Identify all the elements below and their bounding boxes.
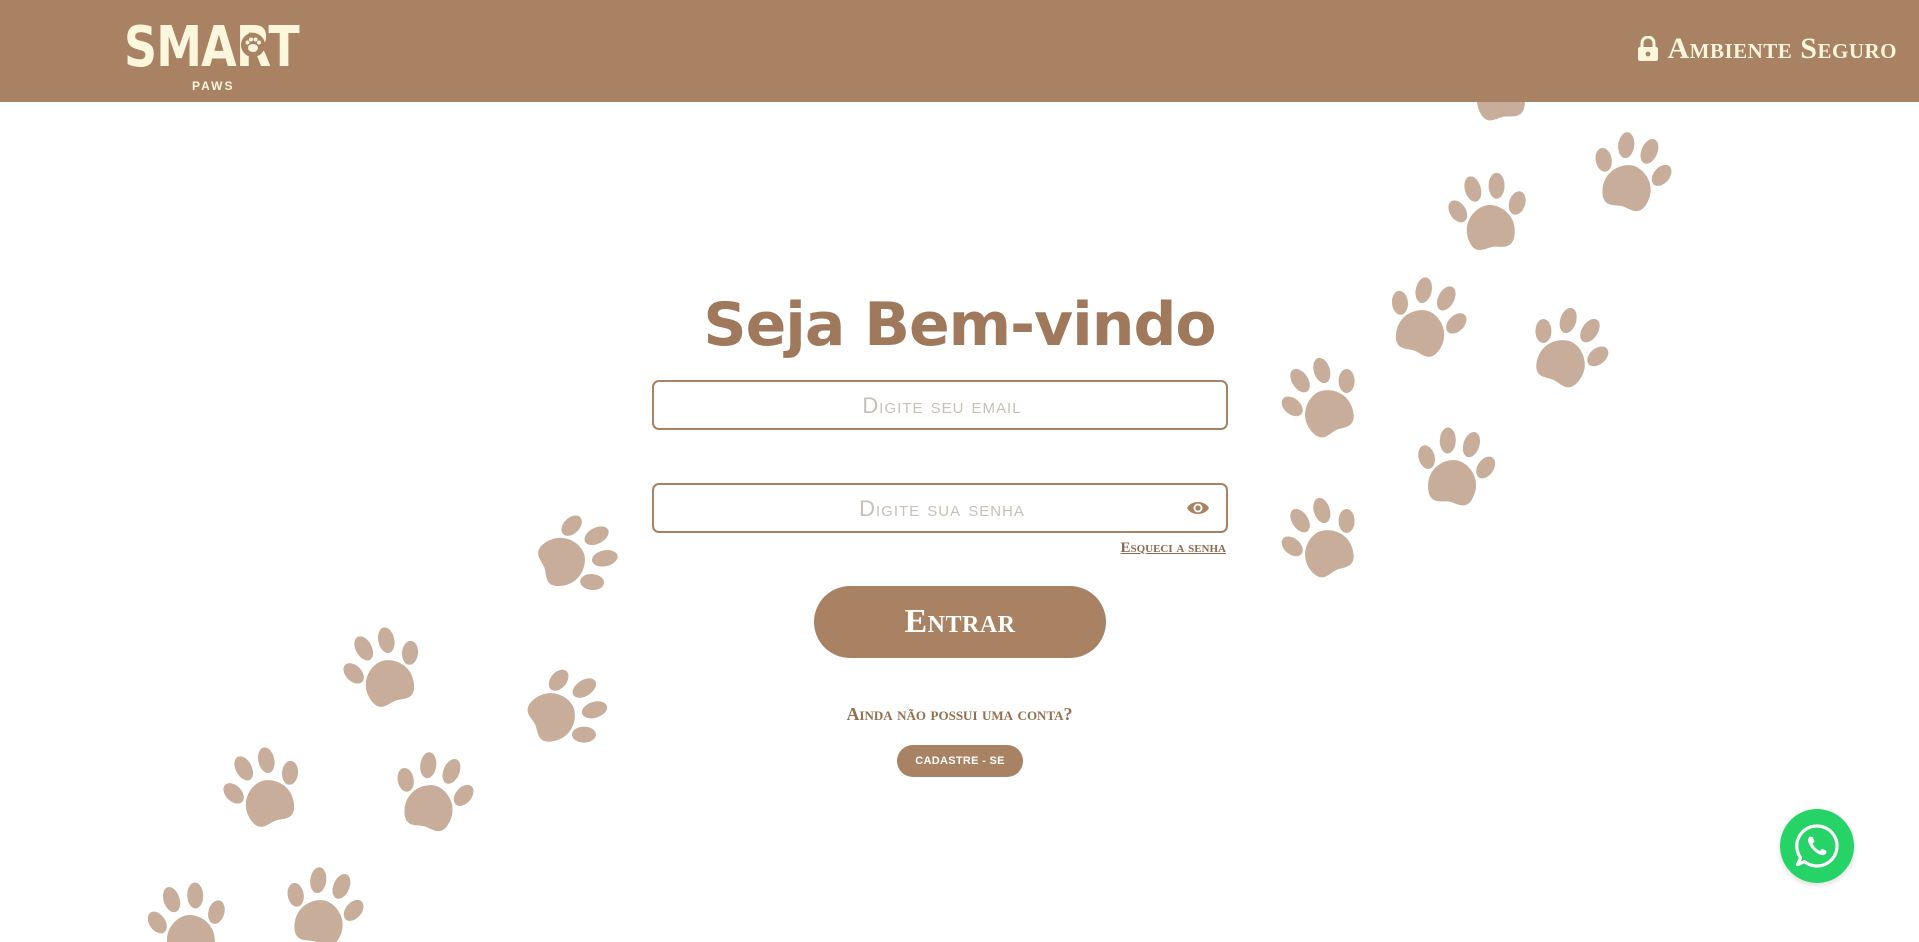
no-account-text: Ainda não possui uma conta? xyxy=(846,704,1073,724)
site-header: SMART PAWS Ambiente Seguro xyxy=(0,0,1919,102)
whatsapp-icon xyxy=(1795,824,1839,868)
password-field-wrapper xyxy=(652,483,1230,533)
lock-icon xyxy=(1638,36,1659,61)
logo-text: SMART xyxy=(124,15,300,80)
email-input[interactable] xyxy=(654,382,1230,430)
forgot-password-link[interactable]: Esqueci a senha xyxy=(1060,540,1226,557)
logo-paw-icon xyxy=(241,33,265,57)
eye-icon[interactable] xyxy=(1186,498,1210,518)
login-form: Seja Bem-vindo Esqueci a senha Entrar Ai… xyxy=(0,0,1919,942)
signup-button[interactable]: CADASTRE - SE xyxy=(897,745,1023,777)
password-input[interactable] xyxy=(654,485,1230,533)
logo-subtext: PAWS xyxy=(192,79,235,93)
smart-paws-logo[interactable]: SMART PAWS xyxy=(124,18,302,98)
secure-environment-label: Ambiente Seguro xyxy=(1637,32,1897,66)
whatsapp-button[interactable] xyxy=(1780,809,1854,883)
secure-label-text: Ambiente Seguro xyxy=(1667,32,1897,65)
email-field-wrapper xyxy=(652,380,1230,430)
page-title: Seja Bem-vindo xyxy=(703,290,1216,361)
login-button[interactable]: Entrar xyxy=(814,586,1106,658)
